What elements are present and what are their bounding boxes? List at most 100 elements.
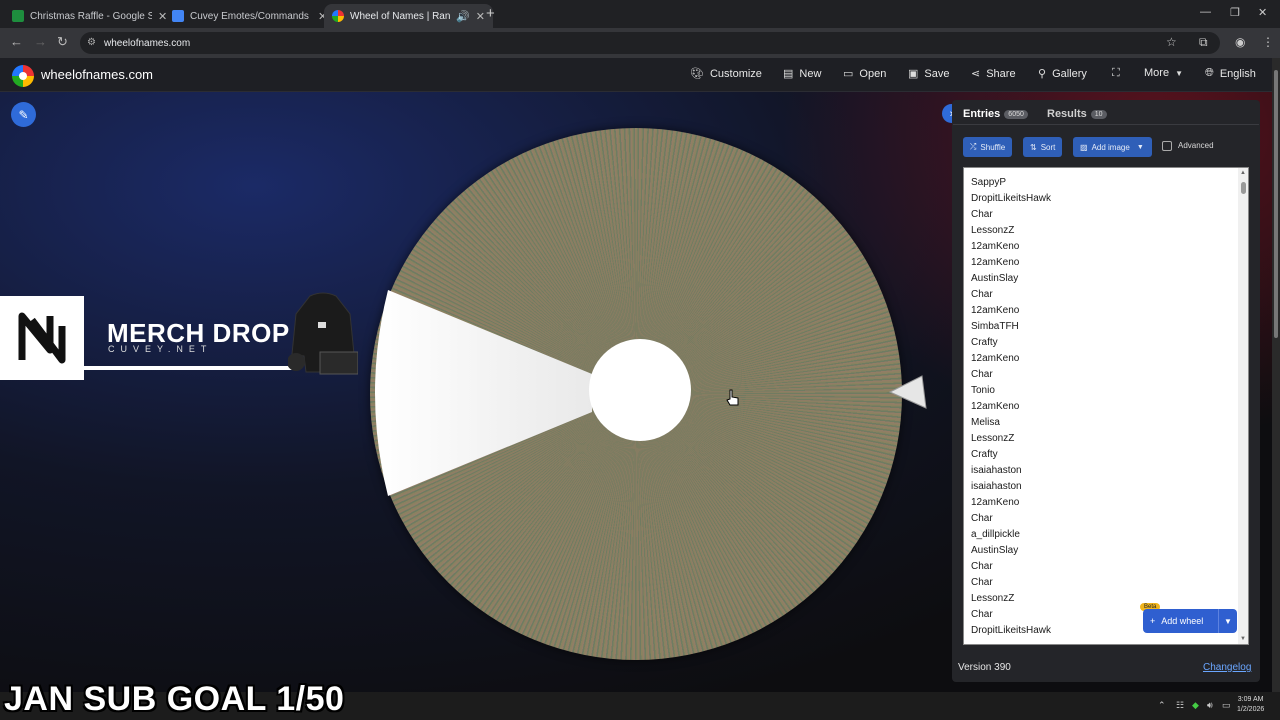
entry-item[interactable]: Char xyxy=(971,369,993,380)
entry-item[interactable]: Crafty xyxy=(971,449,998,460)
entry-item[interactable]: a_dillpickle xyxy=(971,529,1020,540)
gallery-button[interactable]: ⚲ Gallery xyxy=(1038,67,1087,81)
add-wheel-button[interactable]: + Add wheel ▼ xyxy=(1143,609,1237,633)
bookmark-star-icon[interactable]: ☆ xyxy=(1166,35,1177,49)
entry-item[interactable]: SappyP xyxy=(971,177,1006,188)
more-menu-button[interactable]: More ▼ xyxy=(1144,67,1183,79)
close-icon[interactable]: ✕ xyxy=(476,10,485,23)
advanced-checkbox[interactable] xyxy=(1162,141,1172,151)
browser-tab-cuvey-emotes[interactable]: Cuvey Emotes/Commands - Goo ✕ xyxy=(164,4,335,28)
add-wheel-dropdown-icon[interactable]: ▼ xyxy=(1219,617,1237,626)
entry-item[interactable]: 12amKeno xyxy=(971,257,1019,268)
wheel-center-hub[interactable] xyxy=(589,339,691,441)
entry-item[interactable]: Tonio xyxy=(971,385,995,396)
system-clock[interactable]: 3:09 AM 1/2/2026 xyxy=(1237,695,1264,715)
address-bar-row: ← → ↻ ⚙ wheelofnames.com ☆ ⧉ ◉ ⋮ xyxy=(0,28,1280,58)
entry-item[interactable]: Crafty xyxy=(971,337,998,348)
changelog-link[interactable]: Changelog xyxy=(1203,662,1251,673)
new-label: New xyxy=(799,67,822,80)
results-count-badge: 10 xyxy=(1090,109,1107,119)
share-button[interactable]: ⋖ Share xyxy=(971,67,1016,81)
open-button[interactable]: ▭ Open xyxy=(843,67,887,81)
entry-item[interactable]: 12amKeno xyxy=(971,497,1019,508)
sheets-icon xyxy=(12,10,24,22)
site-info-icon[interactable]: ⚙ xyxy=(87,37,96,48)
shuffle-button[interactable]: ⤮ Shuffle xyxy=(963,137,1013,157)
entry-item[interactable]: Char xyxy=(971,609,993,620)
kebab-menu-icon[interactable]: ⋮ xyxy=(1262,35,1274,49)
cast-icon[interactable]: ⧉ xyxy=(1199,35,1208,50)
site-title[interactable]: wheelofnames.com xyxy=(41,67,153,82)
new-button[interactable]: ▤ New xyxy=(783,67,822,81)
save-button[interactable]: ▣ Save xyxy=(908,67,950,81)
shuffle-label: Shuffle xyxy=(980,142,1006,152)
restore-icon[interactable]: ❐ xyxy=(1230,6,1240,19)
add-wheel-main[interactable]: + Add wheel xyxy=(1143,609,1219,633)
tab-results[interactable]: Results 10 xyxy=(1047,108,1107,120)
entry-item[interactable]: LessonzZ xyxy=(971,433,1014,444)
scroll-down-icon[interactable]: ▼ xyxy=(1240,636,1246,642)
entry-item[interactable]: Char xyxy=(971,289,993,300)
share-label: Share xyxy=(986,67,1016,80)
more-label: More xyxy=(1144,67,1170,79)
hoodie-image xyxy=(288,292,358,375)
browser-tab-christmas-raffle[interactable]: Christmas Raffle - Google Sheets ✕ xyxy=(4,4,175,28)
entry-item[interactable]: AustinSlay xyxy=(971,273,1018,284)
entry-item[interactable]: AustinSlay xyxy=(971,545,1018,556)
page-scrollbar-thumb[interactable] xyxy=(1274,70,1278,338)
entry-item[interactable]: LessonzZ xyxy=(971,225,1014,236)
nvidia-icon[interactable]: ◆ xyxy=(1192,700,1199,711)
save-label: Save xyxy=(924,67,950,80)
tray-app-icon[interactable]: ☷ xyxy=(1176,700,1184,711)
fullscreen-button[interactable]: ⛶ xyxy=(1112,67,1120,80)
entry-item[interactable]: Char xyxy=(971,577,993,588)
browser-tab-wheel-of-names[interactable]: Wheel of Names | Random 🔊 ✕ xyxy=(324,4,493,28)
sort-button[interactable]: ⇅ Sort xyxy=(1023,137,1063,157)
entry-item[interactable]: isaiahaston xyxy=(971,465,1022,476)
speaker-icon[interactable]: 🔊 xyxy=(456,10,470,23)
entry-item[interactable]: DropitLikeitsHawk xyxy=(971,193,1051,204)
network-icon[interactable]: ⌃ xyxy=(1158,700,1166,711)
back-icon[interactable]: ← xyxy=(10,34,23,49)
url-input[interactable]: ⚙ wheelofnames.com xyxy=(80,32,1220,54)
entry-item[interactable]: Melisa xyxy=(971,417,1000,428)
page-scrollbar[interactable] xyxy=(1272,58,1280,692)
open-label: Open xyxy=(859,67,887,80)
new-tab-button[interactable]: + xyxy=(486,5,495,22)
entry-item[interactable]: 12amKeno xyxy=(971,305,1019,316)
folder-icon: ▭ xyxy=(843,68,854,80)
entry-item[interactable]: Char xyxy=(971,561,993,572)
entries-tab-label: Entries xyxy=(963,108,1001,120)
entry-item[interactable]: Char xyxy=(971,209,993,220)
entries-textarea[interactable]: ▲ ▼ SappyP DropitLikeitsHawk Char LessonzZ 1… xyxy=(963,167,1249,645)
wheel-selected-slice xyxy=(375,290,592,496)
reload-icon[interactable]: ↻ xyxy=(57,34,68,50)
scrollbar-thumb[interactable] xyxy=(1241,182,1246,194)
palette-icon: 🎨︎ xyxy=(690,68,704,80)
scroll-up-icon[interactable]: ▲ xyxy=(1240,170,1246,176)
wheel-logo-icon[interactable] xyxy=(12,65,34,87)
forward-icon[interactable]: → xyxy=(34,34,47,49)
app-header: wheelofnames.com 🎨︎ Customize ▤ New ▭ Op… xyxy=(0,58,1272,92)
minimize-icon[interactable]: — xyxy=(1200,6,1211,18)
entry-item[interactable]: SimbaTFH xyxy=(971,321,1019,332)
customize-button[interactable]: 🎨︎ Customize xyxy=(690,67,762,81)
volume-icon[interactable]: 🔊︎ xyxy=(1207,700,1213,711)
entry-item[interactable]: Char xyxy=(971,513,993,524)
display-icon[interactable]: ▭ xyxy=(1222,700,1231,711)
merch-divider xyxy=(84,366,294,370)
profile-icon[interactable]: ◉ xyxy=(1235,35,1245,49)
entry-item[interactable]: DropitLikeitsHawk xyxy=(971,625,1051,636)
entry-item[interactable]: 12amKeno xyxy=(971,401,1019,412)
entries-scrollbar[interactable]: ▲ ▼ xyxy=(1238,168,1248,644)
close-window-icon[interactable]: ✕ xyxy=(1258,6,1267,19)
entry-item[interactable]: 12amKeno xyxy=(971,241,1019,252)
edit-pencil-button[interactable]: ✎ xyxy=(11,102,36,127)
language-button[interactable]: 🌐︎ English xyxy=(1205,67,1256,80)
tab-entries[interactable]: Entries 6050 xyxy=(963,108,1028,120)
add-wheel-label: Add wheel xyxy=(1161,616,1204,626)
entry-item[interactable]: 12amKeno xyxy=(971,353,1019,364)
entry-item[interactable]: LessonzZ xyxy=(971,593,1014,604)
entry-item[interactable]: isaiahaston xyxy=(971,481,1022,492)
add-image-button[interactable]: ▨ Add image ▼ xyxy=(1073,137,1152,157)
